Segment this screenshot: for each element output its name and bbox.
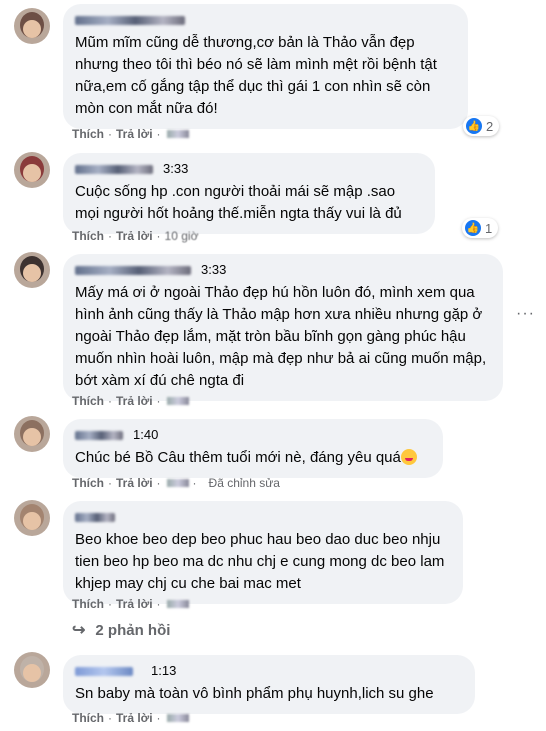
comment-bubble: 3:33 Cuộc sống hp .con người thoải mái s… — [63, 153, 435, 234]
reply-button[interactable]: Trả lời — [116, 476, 153, 490]
edited-label[interactable]: Đã chỉnh sửa — [209, 476, 280, 490]
comment-timestamp: 3:33 — [201, 262, 227, 277]
reaction-count[interactable]: 👍 1 — [462, 218, 499, 238]
avatar[interactable] — [14, 8, 50, 44]
avatar[interactable] — [14, 152, 50, 188]
like-button[interactable]: Thích — [72, 229, 104, 243]
reply-button[interactable]: Trả lời — [116, 711, 153, 725]
like-button[interactable]: Thích — [72, 476, 104, 490]
reply-button[interactable]: Trả lời — [116, 394, 153, 408]
comment-time[interactable] — [166, 479, 189, 487]
comment-text: Mũm mĩm cũng dễ thương,cơ bản là Thảo vẫ… — [75, 34, 437, 117]
comment-text: Sn baby mà toàn vô bình phẩm phụ huynh,l… — [75, 685, 434, 702]
comment-timestamp: 1:40 — [133, 427, 159, 442]
commenter-name[interactable] — [75, 512, 115, 522]
comment-bubble: Mũm mĩm cũng dễ thương,cơ bản là Thảo vẫ… — [63, 4, 468, 129]
comment-bubble: 3:33 Mấy má ơi ở ngoài Thảo đẹp hú hồn l… — [63, 254, 503, 401]
comment-time[interactable] — [166, 397, 189, 405]
comment-text: Mấy má ơi ở ngoài Thảo đẹp hú hồn luôn đ… — [75, 284, 487, 389]
reply-button[interactable]: Trả lời — [116, 597, 153, 611]
kiss-emoji-icon — [400, 449, 417, 465]
comment-time[interactable] — [166, 130, 189, 138]
avatar[interactable] — [14, 652, 50, 688]
comment-text: Beo khoe beo dep beo phuc hau beo dao du… — [75, 531, 445, 592]
comment-bubble: Beo khoe beo dep beo phuc hau beo dao du… — [63, 501, 463, 604]
like-button[interactable]: Thích — [72, 127, 104, 141]
avatar[interactable] — [14, 416, 50, 452]
comment-timestamp: 1:13 — [151, 663, 177, 678]
commenter-name[interactable] — [75, 666, 133, 676]
comment-text: Chúc bé Bồ Câu thêm tuổi mới nè, đáng yê… — [75, 449, 401, 466]
commenter-name[interactable] — [75, 12, 456, 28]
comment-time[interactable] — [166, 714, 189, 722]
avatar[interactable] — [14, 252, 50, 288]
comment-bubble: 1:40 Chúc bé Bồ Câu thêm tuổi mới nè, đá… — [63, 419, 443, 478]
like-icon: 👍 — [466, 118, 482, 134]
reaction-count[interactable]: 👍 2 — [463, 116, 500, 136]
more-horizontal-icon[interactable]: ··· — [516, 305, 535, 323]
comment-time[interactable]: 10 giờ — [165, 229, 199, 243]
comment-time[interactable] — [166, 600, 189, 608]
like-button[interactable]: Thích — [72, 711, 104, 725]
comment-bubble: 1:13 Sn baby mà toàn vô bình phẩm phụ hu… — [63, 655, 475, 714]
comment-timestamp: 3:33 — [163, 161, 189, 176]
view-replies-link[interactable]: ↪ 2 phản hồi — [72, 620, 170, 640]
reply-button[interactable]: Trả lời — [116, 127, 153, 141]
commenter-name[interactable] — [75, 265, 191, 275]
reply-arrow-icon: ↪ — [72, 622, 86, 639]
commenter-name[interactable] — [75, 164, 153, 174]
like-button[interactable]: Thích — [72, 394, 104, 408]
comment-text: Cuộc sống hp .con người thoải mái sẽ mập… — [75, 183, 402, 222]
avatar[interactable] — [14, 500, 50, 536]
commenter-name[interactable] — [75, 430, 123, 440]
reply-button[interactable]: Trả lời — [116, 229, 153, 243]
like-icon: 👍 — [465, 220, 481, 236]
like-button[interactable]: Thích — [72, 597, 104, 611]
